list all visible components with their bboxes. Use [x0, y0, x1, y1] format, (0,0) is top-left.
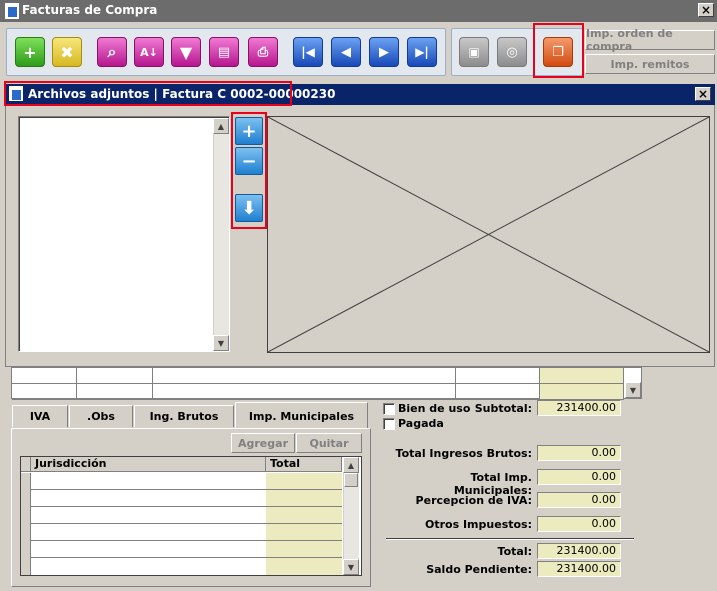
row-indicator-header — [21, 457, 31, 472]
total-value: 231400.00 — [537, 543, 621, 559]
table-scroll-down-icon[interactable]: ▼ — [343, 559, 359, 575]
download-attachment-icon[interactable]: ⬇ — [235, 194, 263, 222]
grid-cell[interactable] — [540, 384, 624, 400]
next-record-icon[interactable]: ▶ — [369, 37, 399, 67]
bien-de-uso-checkbox[interactable] — [383, 403, 395, 415]
attachment-preview — [267, 116, 710, 353]
pagada-label: Pagada — [398, 417, 444, 430]
totals-divider — [386, 538, 634, 540]
empty-preview-cross — [268, 117, 709, 352]
total-ing-brutos-value: 0.00 — [537, 445, 621, 461]
prev-record-icon[interactable]: ◀ — [331, 37, 361, 67]
window-title-bar: Facturas de Compra × — [0, 0, 717, 22]
window-title: Facturas de Compra — [22, 3, 158, 17]
print-icon[interactable]: ⎙ — [248, 37, 278, 67]
table-row[interactable] — [31, 540, 342, 541]
table-row[interactable] — [31, 489, 342, 490]
table-row[interactable] — [31, 506, 342, 507]
saldo-pendiente-value: 231400.00 — [537, 561, 621, 577]
column-jurisdiccion[interactable]: Jurisdicción — [31, 457, 266, 472]
items-grid[interactable]: ▼ — [11, 367, 642, 400]
grid-cell[interactable] — [456, 368, 540, 384]
table-scroll-thumb[interactable] — [344, 473, 358, 487]
total-label: Total: — [497, 545, 532, 558]
row-indicator-column — [21, 473, 31, 575]
add-attachment-icon[interactable]: + — [235, 117, 263, 145]
attachments-list[interactable] — [18, 116, 230, 352]
first-record-icon[interactable]: |◀ — [293, 37, 323, 67]
tab-obs[interactable]: .Obs — [69, 405, 133, 427]
pagada-checkbox[interactable] — [383, 418, 395, 430]
search-icon[interactable]: ⌕ — [97, 37, 127, 67]
tab-iva[interactable]: IVA — [12, 405, 68, 427]
total-ing-brutos-label: Total Ingresos Brutos: — [395, 447, 532, 460]
table-row[interactable] — [31, 523, 342, 524]
grid-cell[interactable] — [540, 368, 624, 384]
disabled-document-icon: ▣ — [459, 37, 489, 67]
table-row[interactable] — [31, 557, 342, 558]
otros-impuestos-value: 0.00 — [537, 516, 621, 532]
highlight-box-dialog-title — [4, 81, 292, 106]
jurisdiction-table[interactable]: Jurisdicción Total ▲ ▼ — [20, 456, 362, 576]
add-button: Agregar — [231, 433, 295, 453]
filter-icon[interactable]: ▼ — [171, 37, 201, 67]
last-record-icon[interactable]: ▶| — [407, 37, 437, 67]
print-purchase-order-button: Imp. orden de compra — [585, 27, 715, 53]
scroll-up-icon[interactable]: ▲ — [213, 118, 229, 134]
percepcion-iva-value: 0.00 — [537, 492, 621, 508]
remove-attachment-icon[interactable]: − — [235, 147, 263, 175]
grid-cell[interactable] — [153, 368, 456, 384]
attachments-icon[interactable]: ❐ — [543, 37, 573, 67]
total-imp-municipales-value: 0.00 — [537, 469, 621, 485]
disabled-circle-icon: ◎ — [497, 37, 527, 67]
grid-cell[interactable] — [12, 368, 77, 384]
otros-impuestos-label: Otros Impuestos: — [425, 518, 532, 531]
grid-cell[interactable] — [77, 384, 153, 400]
attachments-list-scrollbar[interactable] — [213, 118, 229, 351]
tab-imp-municipales[interactable]: Imp. Municipales — [235, 402, 368, 429]
add-icon[interactable]: + — [15, 37, 45, 67]
grid-cell[interactable] — [153, 384, 456, 400]
sort-az-icon[interactable]: A↓ — [134, 37, 164, 67]
saldo-pendiente-label: Saldo Pendiente: — [426, 563, 532, 576]
percepcion-iva-label: Percepcion de IVA: — [415, 494, 532, 507]
remove-button: Quitar — [296, 433, 362, 453]
column-total[interactable]: Total — [266, 457, 342, 472]
table-scroll-up-icon[interactable]: ▲ — [343, 457, 359, 473]
scroll-down-icon[interactable]: ▼ — [213, 335, 229, 351]
grid-cell[interactable] — [456, 384, 540, 400]
grid-cell[interactable] — [12, 384, 77, 400]
print-delivery-notes-button: Imp. remitos — [585, 54, 715, 74]
subtotal-label: Subtotal: — [474, 402, 532, 415]
window-icon — [5, 3, 19, 19]
tab-ing-brutos[interactable]: Ing. Brutos — [134, 405, 234, 427]
report-icon[interactable]: ▤ — [209, 37, 239, 67]
attachments-dialog-close-button[interactable]: × — [695, 87, 711, 101]
subtotal-value: 231400.00 — [537, 400, 621, 416]
grid-cell[interactable] — [77, 368, 153, 384]
cancel-document-icon[interactable]: ✖ — [52, 37, 82, 67]
window-close-button[interactable]: × — [698, 3, 714, 17]
grid-scroll-down-icon[interactable]: ▼ — [625, 382, 641, 398]
